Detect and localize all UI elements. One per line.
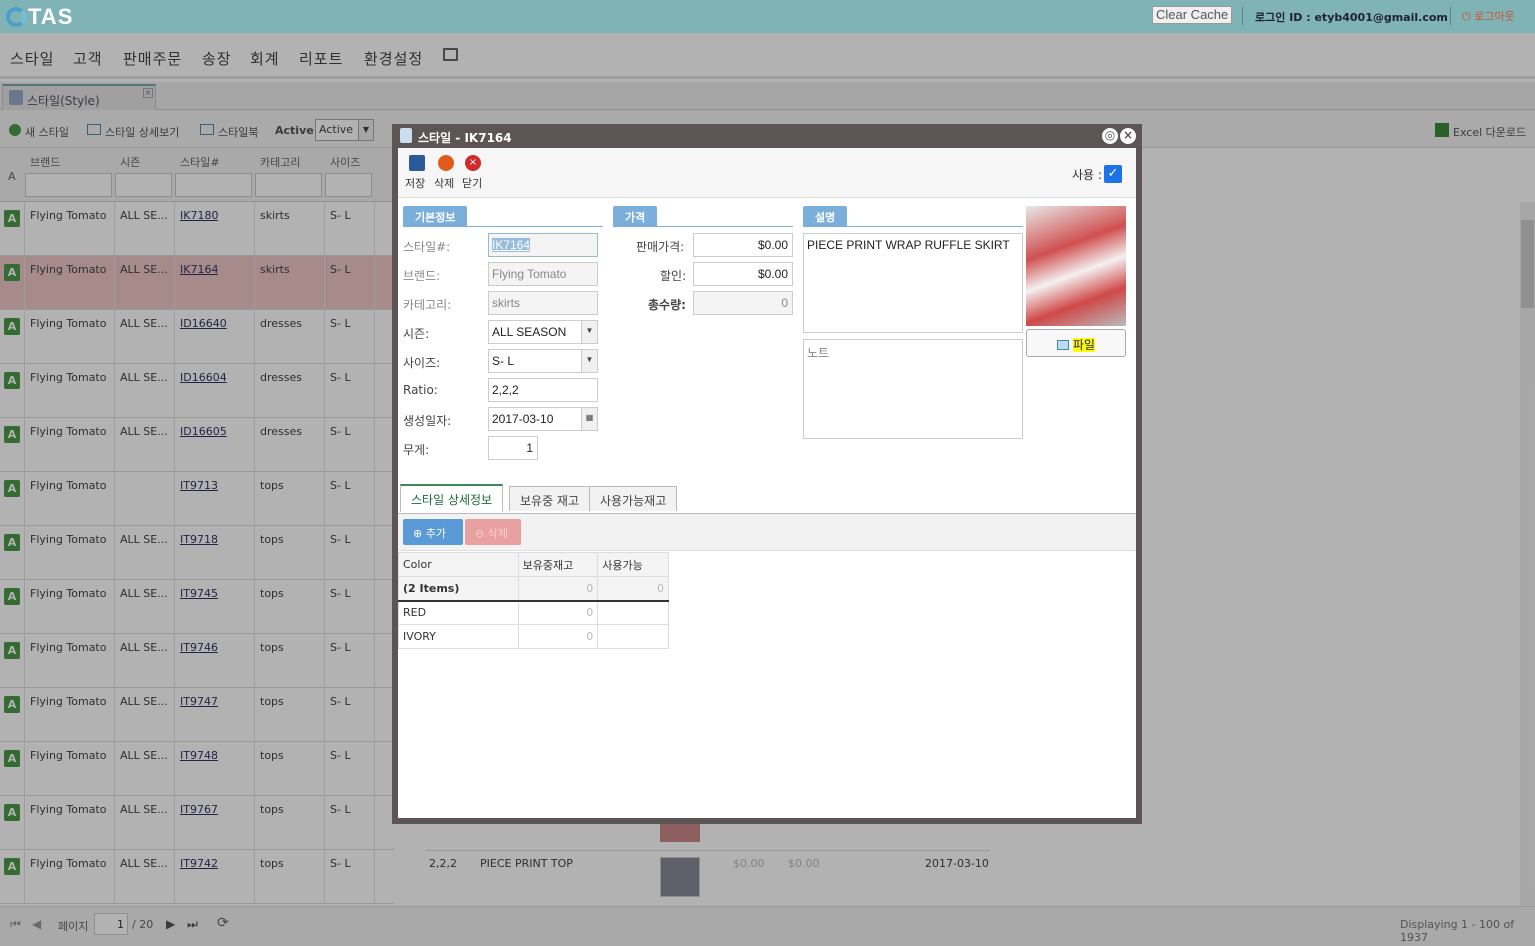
sale-price-label: 판매가격: bbox=[636, 240, 685, 254]
modal-toolbar bbox=[398, 148, 1136, 198]
description-textarea[interactable]: PIECE PRINT WRAP RUFFLE SKIRT bbox=[803, 233, 1023, 333]
color-cell[interactable]: RED bbox=[398, 600, 519, 625]
close-button[interactable]: 닫기 bbox=[462, 175, 482, 191]
group-stock: 0 bbox=[517, 576, 599, 601]
discount-field[interactable]: $0.00 bbox=[693, 262, 793, 286]
table-row[interactable]: RED 0 bbox=[398, 600, 669, 625]
weight-label: 무게: bbox=[403, 443, 430, 457]
chevron-down-icon: ▼ bbox=[581, 321, 597, 343]
save-button[interactable]: 저장 bbox=[405, 175, 425, 191]
brand-label: 브랜드: bbox=[403, 269, 441, 283]
available-cell[interactable] bbox=[597, 624, 669, 649]
category-label: 카테고리: bbox=[403, 298, 452, 312]
logout-link[interactable]: ⏻ 로그아웃 bbox=[1462, 8, 1515, 24]
total-qty-label: 총수량: bbox=[648, 298, 686, 312]
remove-button[interactable]: ⊖ 삭제 bbox=[465, 519, 521, 545]
color-cell[interactable]: IVORY bbox=[398, 624, 519, 649]
style-number-label: 스타일#: bbox=[403, 240, 451, 254]
close-icon[interactable]: × bbox=[1120, 128, 1136, 144]
total-qty-field[interactable]: 0 bbox=[693, 291, 793, 315]
color-stock-table: Color 보유중재고 사용가능 (2 Items) 0 0 RED 0 IVO… bbox=[398, 552, 669, 649]
divider bbox=[613, 226, 793, 227]
divider bbox=[1242, 7, 1243, 25]
description-header: 설명 bbox=[803, 206, 848, 226]
column-available[interactable]: 사용가능 bbox=[597, 552, 669, 577]
table-row[interactable]: IVORY 0 bbox=[398, 624, 669, 649]
use-label: 사용 : bbox=[1072, 168, 1102, 182]
season-select[interactable]: ALL SEASON ▼ bbox=[488, 320, 598, 344]
tab-available-stock[interactable]: 사용가능재고 bbox=[589, 486, 678, 511]
created-date-label: 생성일자: bbox=[403, 414, 452, 428]
size-label: 사이즈: bbox=[403, 356, 441, 370]
tab-stock-on-hand[interactable]: 보유중 재고 bbox=[509, 486, 591, 511]
brand-field[interactable]: Flying Tomato bbox=[488, 262, 598, 286]
divider bbox=[803, 226, 1023, 227]
discount-label: 할인: bbox=[660, 269, 687, 283]
tab-style-detail[interactable]: 스타일 상세정보 bbox=[400, 484, 504, 512]
restore-icon[interactable]: ◎ bbox=[1102, 128, 1118, 144]
available-cell[interactable] bbox=[597, 600, 669, 625]
weight-field[interactable]: 1 bbox=[488, 436, 538, 460]
shirt-icon bbox=[400, 128, 412, 143]
close-icon[interactable]: × bbox=[465, 155, 481, 171]
app-logo[interactable]: TAS bbox=[6, 4, 73, 30]
use-checkbox[interactable]: ✓ bbox=[1104, 165, 1122, 183]
product-image[interactable] bbox=[1026, 206, 1126, 326]
add-icon: ⊕ bbox=[413, 527, 423, 540]
divider bbox=[1450, 7, 1451, 25]
modal-title-bar: 스타일 - IK7164 bbox=[392, 124, 1142, 148]
column-stock[interactable]: 보유중재고 bbox=[517, 552, 599, 577]
login-id-label: 로그인 ID : etyb4001@gmail.com bbox=[1255, 11, 1448, 24]
group-label[interactable]: (2 Items) bbox=[398, 576, 519, 601]
logo-mark-icon bbox=[6, 7, 26, 27]
chevron-down-icon: ▼ bbox=[581, 350, 597, 372]
season-label: 시즌: bbox=[403, 327, 430, 341]
clear-cache-button[interactable]: Clear Cache bbox=[1152, 6, 1233, 24]
delete-icon[interactable] bbox=[438, 155, 454, 171]
add-button[interactable]: ⊕ 추가 bbox=[403, 519, 463, 545]
ratio-field[interactable]: 2,2,2 bbox=[488, 378, 598, 402]
sale-price-field[interactable]: $0.00 bbox=[693, 233, 793, 257]
delete-button[interactable]: 삭제 bbox=[434, 175, 454, 191]
created-date-field[interactable]: 2017-03-10 ▦ bbox=[488, 407, 598, 431]
stock-cell[interactable]: 0 bbox=[517, 624, 599, 649]
remove-icon: ⊖ bbox=[475, 527, 485, 540]
group-available: 0 bbox=[597, 576, 669, 601]
price-header: 가격 bbox=[613, 206, 658, 226]
save-icon[interactable] bbox=[409, 155, 425, 171]
power-icon: ⏻ bbox=[1462, 10, 1471, 23]
basic-info-header: 기본정보 bbox=[403, 206, 468, 226]
file-button[interactable]: 파일 bbox=[1026, 329, 1126, 357]
size-select[interactable]: S- L ▼ bbox=[488, 349, 598, 373]
ratio-label: Ratio: bbox=[403, 383, 438, 397]
stock-cell[interactable]: 0 bbox=[517, 600, 599, 625]
style-number-field[interactable]: IK7164 bbox=[488, 233, 598, 257]
column-color[interactable]: Color bbox=[398, 552, 519, 577]
divider bbox=[403, 226, 603, 227]
note-textarea[interactable]: 노트 bbox=[803, 339, 1023, 439]
category-field[interactable]: skirts bbox=[488, 291, 598, 315]
image-icon bbox=[1057, 340, 1070, 350]
calendar-icon[interactable]: ▦ bbox=[581, 408, 597, 430]
